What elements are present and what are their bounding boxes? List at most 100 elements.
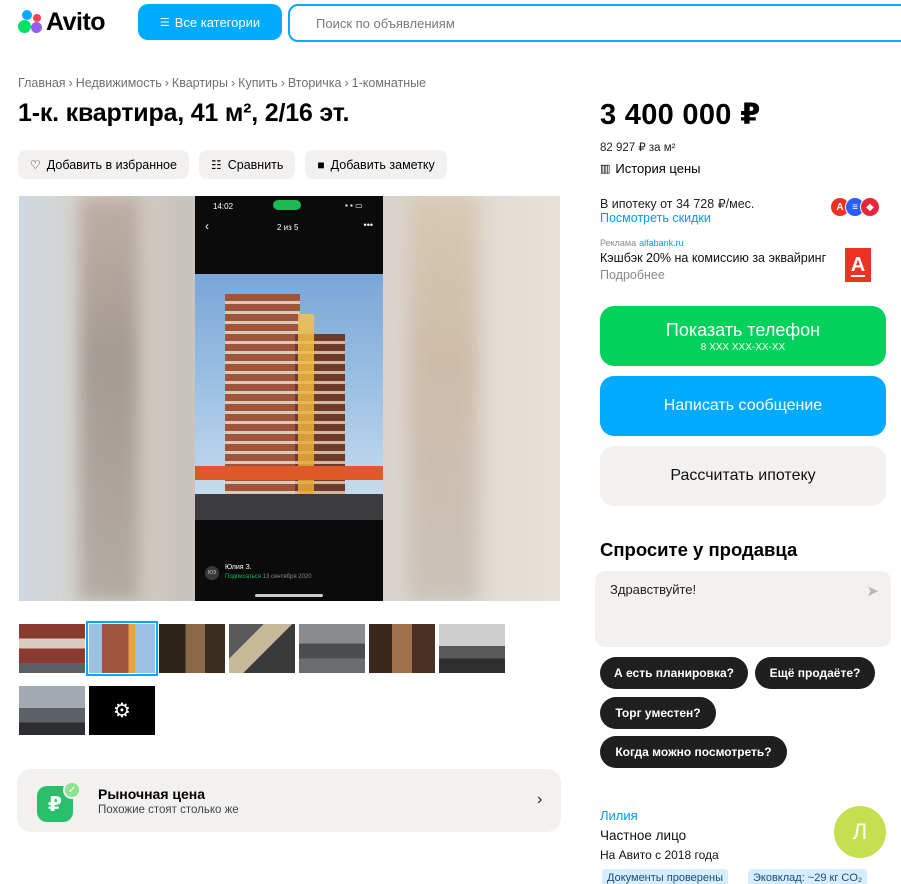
avito-logo[interactable]: Avito <box>18 6 106 38</box>
breadcrumb-separator: › <box>164 76 169 90</box>
seller-name-link[interactable]: Лилия <box>600 808 638 823</box>
listing-actions: ♡ Добавить в избранное ☷ Сравнить ■ Доба… <box>18 150 447 179</box>
all-categories-label: Все категории <box>174 14 261 30</box>
ask-seller-title: Спросите у продавца <box>600 539 798 560</box>
phone-signal-icon: ▪ ▪ ▭ <box>345 201 363 210</box>
note-icon: ■ <box>317 157 325 172</box>
phone-back-icon: ‹ <box>205 219 209 233</box>
thumbnail-9[interactable]: ⚙ <box>89 686 155 735</box>
phone-screenshot: 14:02 ▪ ▪ ▭ ‹ 2 из 5 ••• ЮЗ Юлия З. Подп… <box>195 196 383 601</box>
seller-type: Частное лицо <box>600 828 687 843</box>
thumbnail-6[interactable] <box>369 624 435 673</box>
listing-price: 3 400 000 ₽ <box>600 99 761 131</box>
phone-status-time: 14:02 <box>213 202 234 211</box>
phone-user-avatar: ЮЗ <box>205 566 219 580</box>
favorites-label: Добавить в избранное <box>46 157 177 172</box>
search-placeholder: Поиск по объявлениям <box>316 15 455 31</box>
alfa-bank-logo-icon[interactable]: А <box>845 248 871 282</box>
breadcrumb-apartments[interactable]: Квартиры <box>172 76 228 90</box>
ad-label: Реклама alfabank.ru <box>600 238 684 248</box>
check-icon: ✓ <box>63 781 81 799</box>
price-history-label: История цены <box>615 161 701 176</box>
thumbnail-3[interactable] <box>159 624 225 673</box>
calculate-mortgage-label: Рассчитать ипотеку <box>670 467 816 484</box>
breadcrumb-separator: › <box>344 76 349 90</box>
chart-icon: ▥ <box>600 163 611 175</box>
thumbnail-7[interactable] <box>439 624 505 673</box>
phone-date: 13 сентября 2020 <box>262 574 312 580</box>
ad-more-link[interactable]: Подробнее <box>600 268 665 282</box>
breadcrumb-separator: › <box>280 76 285 90</box>
breadcrumb-real-estate[interactable]: Недвижимость <box>76 76 162 90</box>
seller-message-text: Здравствуйте! <box>610 582 697 597</box>
thumbnail-4[interactable] <box>229 624 295 673</box>
search-input[interactable]: Поиск по объявлениям <box>288 4 901 42</box>
quick-question-chip[interactable]: Торг уместен? <box>600 697 716 729</box>
logo-dots-icon <box>18 10 44 34</box>
send-icon[interactable]: ➤ <box>866 582 879 600</box>
building-tower <box>225 294 300 514</box>
quick-question-chip[interactable]: Когда можно посмотреть? <box>600 736 787 768</box>
mortgage-discounts-link[interactable]: Посмотреть скидки <box>600 211 711 225</box>
building-photo <box>195 274 383 520</box>
add-note-button[interactable]: ■ Добавить заметку <box>305 150 447 179</box>
bank-logos: А ≡ ◆ <box>830 197 880 217</box>
chevron-right-icon: › <box>537 791 543 808</box>
phone-user-name: Юлия З. <box>225 564 252 571</box>
breadcrumb-separator: › <box>230 76 236 90</box>
thumbnail-2[interactable] <box>86 621 158 676</box>
page-title: 1-к. квартира, 41 м², 2/16 эт. <box>18 99 350 127</box>
ad-marker: Реклама <box>600 238 637 248</box>
documents-verified-badge: Документы проверены <box>602 869 729 884</box>
seller-message-input[interactable]: Здравствуйте! ➤ <box>595 571 891 647</box>
show-phone-button[interactable]: Показать телефон 8 XXX XXX-XX-XX <box>600 306 886 366</box>
breadcrumb-secondary[interactable]: Вторичка <box>288 76 342 90</box>
avatar[interactable]: Л <box>834 806 886 858</box>
compare-button[interactable]: ☷ Сравнить <box>198 150 296 179</box>
building-sunlit-edge <box>298 314 314 514</box>
main-photo[interactable]: 14:02 ▪ ▪ ▭ ‹ 2 из 5 ••• ЮЗ Юлия З. Подп… <box>19 196 560 601</box>
phone-user-sub: Подписаться 13 сентября 2020 <box>225 574 312 580</box>
bank-icon: ◆ <box>860 197 880 217</box>
write-message-button[interactable]: Написать сообщение <box>600 376 886 436</box>
ad-domain[interactable]: alfabank.ru <box>639 238 684 248</box>
show-phone-label: Показать телефон <box>665 319 821 340</box>
breadcrumb-separator: › <box>68 76 73 90</box>
photo-blur-right <box>409 196 479 601</box>
calculate-mortgage-button[interactable]: Рассчитать ипотеку <box>600 446 886 506</box>
thumbnail-1[interactable] <box>19 624 85 673</box>
write-message-label: Написать сообщение <box>663 397 823 414</box>
thumbnail-5[interactable] <box>299 624 365 673</box>
heart-icon: ♡ <box>30 157 41 172</box>
logo-text: Avito <box>46 7 106 36</box>
gear-icon: ⚙ <box>113 700 131 722</box>
ad-text[interactable]: Кэшбэк 20% на комиссию за эквайринг <box>600 251 826 265</box>
photo-blur-left <box>79 196 139 601</box>
seller-since: На Авито с 2018 года <box>600 848 719 862</box>
phone-home-bar <box>255 594 323 597</box>
compare-icon: ☷ <box>210 157 222 172</box>
all-categories-button[interactable]: ☰ Все категории <box>138 4 282 40</box>
breadcrumb: Главная › Недвижимость › Квартиры › Купить › Вто… <box>18 76 426 90</box>
breadcrumb-home[interactable]: Главная <box>18 76 66 90</box>
market-price-subtitle: Похожие стоят столько же <box>98 804 239 816</box>
add-to-favorites-button[interactable]: ♡ Добавить в избранное <box>18 150 189 179</box>
mortgage-text: В ипотеку от 34 728 ₽/мес. <box>600 197 755 211</box>
quick-question-chip[interactable]: Ещё продаёте? <box>755 657 875 689</box>
phone-follow: Подписаться <box>225 574 261 580</box>
thumbnail-8[interactable] <box>19 686 85 735</box>
building-ground <box>195 494 383 520</box>
market-price-card[interactable]: ₽ ✓ Рыночная цена Похожие стоят столько … <box>17 769 561 832</box>
phone-mask: 8 XXX XXX-XX-XX <box>700 341 786 353</box>
quick-question-chip[interactable]: А есть планировка? <box>600 657 748 689</box>
price-per-meter: 82 927 ₽ за м² <box>600 142 676 154</box>
market-price-title: Рыночная цена <box>98 786 206 802</box>
breadcrumb-buy[interactable]: Купить <box>238 76 278 90</box>
categories-search-icon: ☰ <box>159 16 170 29</box>
phone-photo-counter: 2 из 5 <box>277 223 299 232</box>
building-awning <box>195 466 383 480</box>
breadcrumb-one-room[interactable]: 1-комнатные <box>352 76 426 90</box>
note-label: Добавить заметку <box>330 157 435 172</box>
price-history-link[interactable]: ▥ История цены <box>600 161 700 176</box>
eco-badge: Эковклад: ~29 кг CO₂ <box>748 869 868 884</box>
